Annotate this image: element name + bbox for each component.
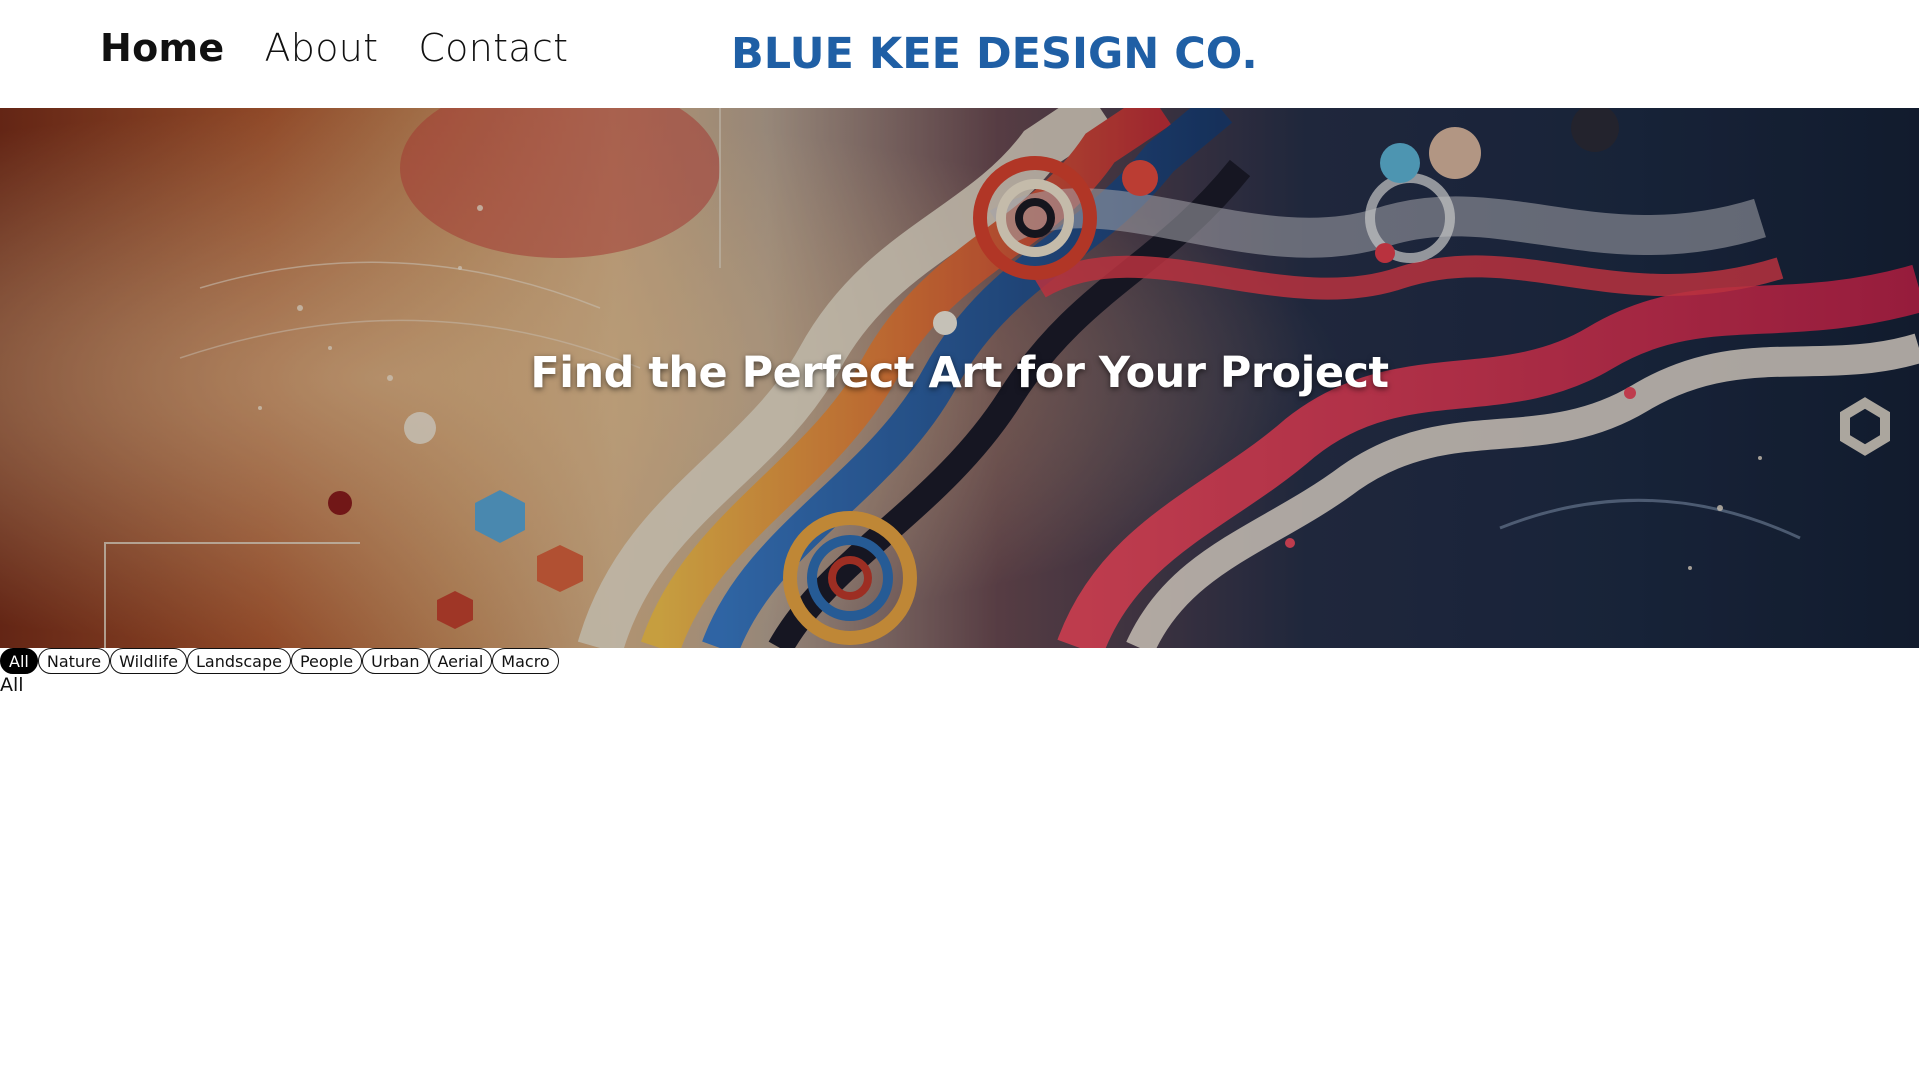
filter-chip-all[interactable]: All <box>0 648 38 674</box>
site-header: Home About Contact BLUE KEE DESIGN CO. <box>0 0 1919 108</box>
hero-banner: Find the Perfect Art for Your Project <box>0 108 1919 648</box>
hero-title: Find the Perfect Art for Your Project <box>530 348 1389 398</box>
filter-chip-nature[interactable]: Nature <box>37 648 111 674</box>
nav-about-link[interactable]: About <box>264 26 378 70</box>
filter-chip-aerial[interactable]: Aerial <box>428 648 493 674</box>
filter-chip-wildlife[interactable]: Wildlife <box>110 648 187 674</box>
nav-home-link[interactable]: Home <box>100 26 224 70</box>
filter-chip-urban[interactable]: Urban <box>362 648 429 674</box>
brand-logo-text[interactable]: BLUE KEE DESIGN CO. <box>731 29 1258 79</box>
category-filters: All Nature Wildlife Landscape People Urb… <box>0 648 559 674</box>
nav-contact-link[interactable]: Contact <box>418 26 568 70</box>
selected-category-label: All <box>0 674 24 696</box>
page: Home About Contact BLUE KEE DESIGN CO. F… <box>0 0 1919 1079</box>
filter-chip-people[interactable]: People <box>290 648 363 674</box>
main-nav: Home About Contact <box>100 26 568 70</box>
filter-chip-macro[interactable]: Macro <box>492 648 559 674</box>
filter-chip-landscape[interactable]: Landscape <box>187 648 291 674</box>
